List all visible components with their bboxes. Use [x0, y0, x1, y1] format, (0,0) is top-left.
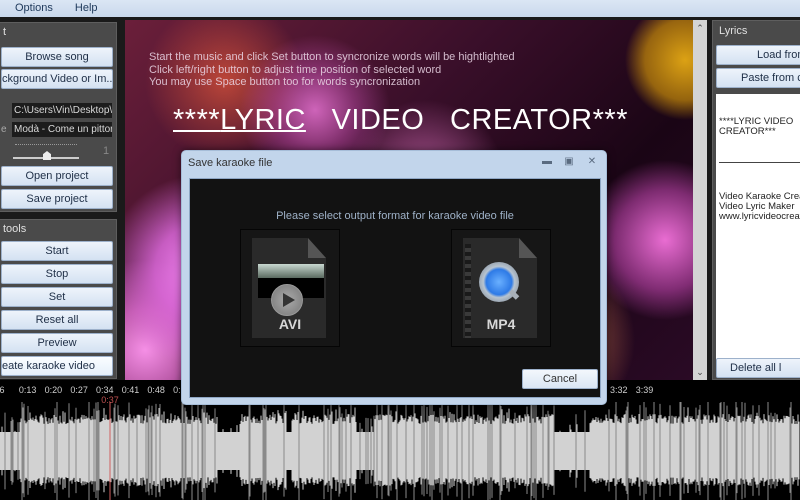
save-project-button[interactable]: Save project	[1, 189, 113, 209]
timeline-tick: 3:39	[635, 385, 654, 395]
delete-all-button[interactable]: Delete all l	[716, 358, 800, 378]
lyric-title-prefix: ****	[173, 104, 221, 136]
lyrics-panel: Lyrics Load from Paste from cli ****LYRI…	[712, 20, 800, 380]
dialog-title: Save karaoke file	[188, 157, 273, 169]
timeline-tick: 0:27	[70, 385, 88, 395]
timeline-tick: 0:34	[96, 385, 114, 395]
maximize-icon[interactable]: ▣	[562, 155, 576, 169]
menu-help[interactable]: Help	[64, 0, 109, 17]
save-karaoke-dialog: Save karaoke file ▬ ▣ ✕ Please select ou…	[181, 150, 607, 405]
path-field[interactable]: C:\Users\Vin\Desktop\	[12, 103, 112, 118]
menu-options[interactable]: Options	[0, 0, 64, 17]
lyrics-divider	[719, 162, 800, 163]
page-fold	[308, 238, 326, 258]
load-from-file-button[interactable]: Load from	[716, 45, 800, 65]
instruction-line: You may use Space button too for words s…	[149, 76, 421, 88]
lyrics-text-body: Video Karaoke Creat Video Lyric Maker ww…	[719, 191, 800, 222]
lyric-title-rest: VIDEO CREATOR***	[305, 104, 628, 136]
start-button[interactable]: Start	[1, 241, 113, 261]
app-window: Options Help t Browse song ckground Vide…	[0, 0, 800, 500]
scroll-up-icon[interactable]: ⌃	[693, 21, 707, 35]
song-label: e	[1, 124, 7, 135]
volume-slider[interactable]	[13, 143, 81, 161]
avi-format-option[interactable]: AVI	[240, 229, 340, 347]
stop-button[interactable]: Stop	[1, 264, 113, 284]
project-panel-title: t	[3, 26, 7, 38]
cancel-button[interactable]: Cancel	[522, 369, 598, 389]
slider-thumb[interactable]	[43, 151, 51, 160]
mp4-label: MP4	[486, 316, 516, 332]
lyrics-panel-title: Lyrics	[719, 25, 748, 37]
slider-value: 1	[103, 145, 110, 157]
lyrics-textarea[interactable]: ****LYRIC VIDEO CREATOR*** Video Karaoke…	[716, 94, 800, 374]
project-panel: t Browse song ckground Video or Im... C:…	[0, 22, 117, 212]
instruction-line: Start the music and click Set button to …	[149, 51, 515, 63]
lyrics-text-header: ****LYRIC VIDEO CREATOR***	[719, 116, 794, 137]
avi-label: AVI	[278, 316, 302, 332]
set-button[interactable]: Set	[1, 287, 113, 307]
scroll-down-icon[interactable]: ⌄	[693, 365, 707, 379]
timeline-tick: 0:20	[44, 385, 63, 395]
slider-ticks	[15, 144, 77, 147]
paste-from-clipboard-button[interactable]: Paste from cli	[716, 68, 800, 88]
preview-button[interactable]: Preview	[1, 333, 113, 353]
tools-panel-title: tools	[3, 223, 27, 235]
timeline-tick: 3:32	[610, 385, 628, 395]
dialog-message: Please select output format for karaoke …	[276, 210, 514, 222]
background-video-button[interactable]: ckground Video or Im...	[1, 69, 113, 89]
preview-scrollbar[interactable]: ⌃ ⌄	[693, 20, 707, 380]
close-icon[interactable]: ✕	[585, 155, 599, 169]
instructions: Start the music and click Set button to …	[149, 51, 515, 89]
instruction-line: Click left/right button to adjust time p…	[149, 63, 442, 76]
timeline-tick: 6	[0, 385, 5, 395]
minimize-icon[interactable]: ▬	[540, 155, 554, 169]
menu-bar: Options Help	[0, 0, 800, 17]
timeline-tick: 0:48	[147, 385, 165, 395]
song-field[interactable]: Modà - Come un pittore	[12, 122, 112, 137]
open-project-button[interactable]: Open project	[1, 166, 113, 186]
tools-panel: tools Start Stop Set Reset all Preview e…	[0, 219, 117, 379]
create-karaoke-video-button[interactable]: eate karaoke video	[1, 356, 113, 376]
page-fold	[519, 238, 537, 258]
browse-song-button[interactable]: Browse song	[1, 47, 113, 67]
reset-all-button[interactable]: Reset all	[1, 310, 113, 330]
waveform[interactable]	[0, 402, 800, 500]
mp4-format-option[interactable]: MP4	[451, 229, 551, 347]
timeline-tick: 0:13	[18, 385, 37, 395]
timeline-tick: 0:41	[121, 385, 140, 395]
lyric-title: ****LYRIC VIDEO CREATOR***	[173, 104, 628, 137]
lyric-word-highlighted[interactable]: LYRIC	[220, 104, 306, 136]
dialog-body: Please select output format for karaoke …	[189, 178, 601, 398]
